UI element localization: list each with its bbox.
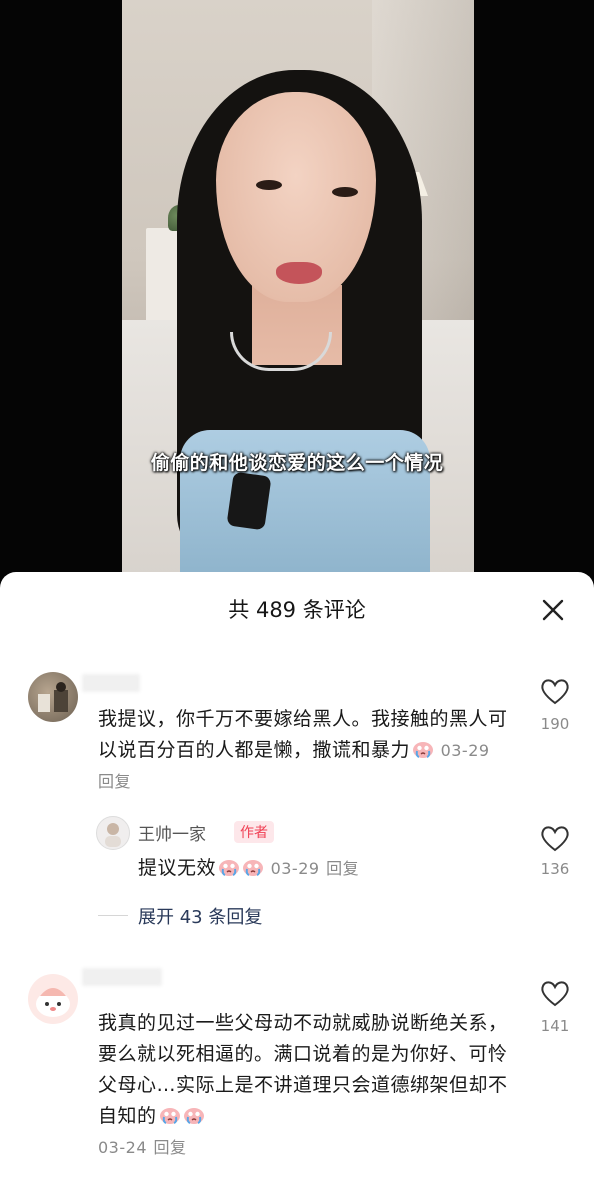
username-redacted	[82, 968, 162, 986]
person-eye-left	[256, 180, 282, 190]
like-count: 190	[540, 715, 570, 733]
expand-replies-button[interactable]: 展开 43 条回复	[138, 903, 262, 929]
author-avatar-image	[105, 823, 121, 847]
comments-title: 共 489 条评论	[228, 598, 366, 622]
video-frame	[122, 0, 474, 575]
username-redacted	[82, 674, 140, 692]
crying-face-emoji	[413, 742, 434, 758]
avatar-image	[38, 682, 68, 712]
crying-face-emoji	[219, 860, 240, 876]
avatar-image	[36, 988, 70, 1017]
expand-divider	[98, 915, 128, 916]
comment-body: 我提议，你千万不要嫁给黑人。我接触的黑人可以说百分百的人都是懒，撒谎和暴力 03…	[98, 704, 508, 797]
crying-face-emoji	[159, 1108, 180, 1124]
comment-body: 我真的见过一些父母动不动就威胁说断绝关系，要么就以死相逼的。满口说着的是为你好、…	[98, 1008, 508, 1163]
crying-face-emoji	[183, 1108, 204, 1124]
like-count: 141	[540, 1017, 570, 1035]
lapel-microphone	[226, 471, 272, 531]
reply-button[interactable]: 回复	[326, 859, 359, 878]
reply-text: 提议无效	[138, 857, 217, 879]
author-badge: 作者	[234, 821, 274, 843]
like-count: 136	[540, 860, 570, 878]
comment-date: 03-29	[440, 741, 490, 760]
close-icon[interactable]	[537, 594, 569, 626]
reply-button[interactable]: 回复	[154, 1138, 187, 1157]
reply-body: 提议无效 03-29 回复	[138, 853, 498, 884]
avatar[interactable]	[28, 672, 78, 722]
author-avatar[interactable]	[96, 816, 130, 850]
person-lips	[276, 262, 322, 284]
comment-date: 03-24	[98, 1138, 147, 1157]
crying-face-emoji	[243, 860, 264, 876]
video-player[interactable]: 偷偷的和他谈恋爱的这么一个情况	[0, 0, 594, 600]
heart-icon[interactable]	[535, 676, 575, 706]
comments-panel: 共 489 条评论 我提议，你千万不要嫁给黑人。我接触的黑人可以说百分百的人都是…	[0, 572, 594, 1190]
author-name[interactable]: 王帅一家	[138, 820, 206, 845]
reply-date: 03-29	[270, 859, 320, 878]
heart-icon[interactable]	[535, 978, 575, 1008]
avatar[interactable]	[28, 974, 78, 1024]
heart-icon[interactable]	[535, 823, 575, 853]
reply-button[interactable]: 回复	[98, 772, 131, 791]
person-eye-right	[332, 187, 358, 197]
video-subtitle: 偷偷的和他谈恋爱的这么一个情况	[150, 452, 444, 474]
